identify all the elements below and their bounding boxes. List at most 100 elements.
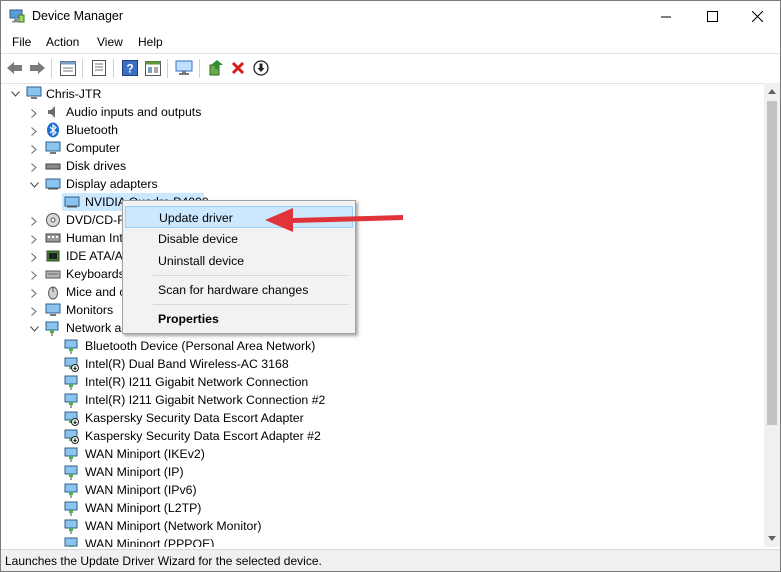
chevron-down-icon[interactable]	[10, 89, 20, 99]
network-adapter-icon	[64, 393, 78, 408]
chevron-right-icon[interactable]	[29, 162, 39, 172]
menu-help[interactable]: Help	[138, 35, 163, 49]
dvd-drive-icon	[46, 213, 60, 227]
help-button[interactable]: ?	[121, 59, 139, 77]
uninstall-tool-button[interactable]	[229, 59, 247, 77]
status-text: Launches the Update Driver Wizard for th…	[5, 554, 322, 568]
device-manager-window: Device Manager File Action View Help ? C…	[0, 0, 781, 572]
enable-device-button[interactable]	[252, 59, 270, 77]
menu-uninstall-device[interactable]: Uninstall device	[125, 250, 353, 272]
chevron-right-icon[interactable]	[29, 108, 39, 118]
network-adapter-disabled-icon	[64, 429, 79, 444]
device-network-8[interactable]: WAN Miniport (IPv6)	[85, 481, 197, 499]
back-button[interactable]	[6, 59, 24, 77]
menu-action[interactable]: Action	[46, 35, 79, 49]
chevron-down-icon[interactable]	[29, 324, 39, 334]
device-network-3[interactable]: Intel(R) I211 Gigabit Network Connection…	[85, 391, 325, 409]
device-network-10[interactable]: WAN Miniport (Network Monitor)	[85, 517, 262, 535]
category-monitors[interactable]: Monitors	[66, 301, 113, 319]
category-disk-drives[interactable]: Disk drives	[66, 157, 126, 175]
device-network-0[interactable]: Bluetooth Device (Personal Area Network)	[85, 337, 315, 355]
chevron-right-icon[interactable]	[29, 288, 39, 298]
scroll-thumb[interactable]	[767, 101, 777, 425]
menu-view[interactable]: View	[97, 35, 123, 49]
device-network-6[interactable]: WAN Miniport (IKEv2)	[85, 445, 205, 463]
maximize-button[interactable]	[689, 1, 735, 32]
title-bar: Device Manager	[1, 1, 780, 32]
device-manager-app-icon	[9, 9, 25, 23]
status-bar: Launches the Update Driver Wizard for th…	[1, 549, 780, 571]
red-arrow-icon	[265, 208, 403, 232]
forward-button[interactable]	[28, 59, 46, 77]
chevron-right-icon[interactable]	[29, 234, 39, 244]
device-network-4[interactable]: Kaspersky Security Data Escort Adapter	[85, 409, 304, 427]
svg-text:?: ?	[126, 62, 133, 76]
scroll-down-icon[interactable]	[768, 536, 776, 541]
computer-root-icon	[26, 86, 42, 99]
device-network-7[interactable]: WAN Miniport (IP)	[85, 463, 184, 481]
device-tree: Chris-JTR Audio inputs and outputs Bluet…	[1, 83, 764, 547]
menu-scan-hardware-label: Scan for hardware changes	[158, 283, 309, 297]
disk-drive-icon	[45, 163, 61, 170]
maximize-icon	[706, 11, 718, 22]
category-network-adapters[interactable]: Network ad	[66, 319, 128, 337]
speaker-icon	[48, 106, 55, 118]
category-audio[interactable]: Audio inputs and outputs	[66, 103, 201, 121]
device-network-1[interactable]: Intel(R) Dual Band Wireless-AC 3168	[85, 355, 289, 373]
device-network-11[interactable]: WAN Miniport (PPPOE)	[85, 535, 214, 547]
list-view-button[interactable]	[90, 59, 108, 77]
keyboard-icon	[45, 270, 61, 279]
chevron-right-icon[interactable]	[29, 252, 39, 262]
network-adapter-icon	[64, 537, 78, 547]
close-button[interactable]	[734, 1, 780, 32]
menu-update-driver-label: Update driver	[159, 211, 233, 225]
network-adapter-icon	[64, 483, 78, 498]
device-network-9[interactable]: WAN Miniport (L2TP)	[85, 499, 201, 517]
help-icon: ?	[122, 60, 138, 76]
chevron-right-icon[interactable]	[29, 306, 39, 316]
chevron-right-icon[interactable]	[29, 126, 39, 136]
mouse-icon	[48, 286, 58, 300]
menu-disable-device-label: Disable device	[158, 232, 238, 246]
update-driver-tool-button[interactable]	[207, 59, 225, 77]
properties-view-icon	[60, 60, 76, 76]
network-adapter-icon	[64, 465, 78, 480]
properties-view-button[interactable]	[59, 59, 77, 77]
device-network-2[interactable]: Intel(R) I211 Gigabit Network Connection	[85, 373, 308, 391]
tree-root-label[interactable]: Chris-JTR	[46, 85, 101, 103]
category-dvd[interactable]: DVD/CD-R	[66, 211, 126, 229]
category-computer[interactable]: Computer	[66, 139, 120, 157]
device-network-5[interactable]: Kaspersky Security Data Escort Adapter #…	[85, 427, 321, 445]
minimize-icon	[661, 16, 671, 17]
scroll-up-icon[interactable]	[768, 89, 776, 94]
forward-icon	[30, 62, 45, 74]
vertical-scrollbar[interactable]	[764, 83, 780, 547]
chevron-right-icon[interactable]	[29, 216, 39, 226]
network-adapter-icon	[64, 339, 78, 354]
display-adapter-icon	[45, 178, 61, 190]
network-adapter-icon	[64, 375, 78, 390]
chevron-down-icon[interactable]	[29, 180, 39, 190]
category-bluetooth[interactable]: Bluetooth	[66, 121, 118, 139]
resource-view-button[interactable]	[144, 59, 162, 77]
menu-file[interactable]: File	[12, 35, 31, 49]
ide-controller-icon	[46, 250, 60, 262]
menu-bar: File Action View Help	[1, 32, 780, 52]
chevron-right-icon[interactable]	[29, 270, 39, 280]
resource-view-icon	[145, 60, 161, 76]
menu-separator	[153, 304, 349, 305]
menu-scan-hardware[interactable]: Scan for hardware changes	[125, 279, 353, 301]
category-ide[interactable]: IDE ATA/AT	[66, 247, 130, 265]
toolbar: ?	[1, 53, 780, 84]
scan-hardware-button[interactable]	[175, 59, 193, 77]
category-mice[interactable]: Mice and c	[66, 283, 125, 301]
minimize-button[interactable]	[643, 1, 689, 32]
category-display-adapters[interactable]: Display adapters	[66, 175, 158, 193]
download-icon	[253, 60, 269, 76]
chevron-right-icon[interactable]	[29, 144, 39, 154]
category-keyboards[interactable]: Keyboards	[66, 265, 125, 283]
category-human-interface[interactable]: Human Int	[66, 229, 123, 247]
menu-properties[interactable]: Properties	[125, 308, 353, 330]
menu-uninstall-device-label: Uninstall device	[158, 254, 245, 268]
update-driver-icon	[209, 60, 223, 76]
